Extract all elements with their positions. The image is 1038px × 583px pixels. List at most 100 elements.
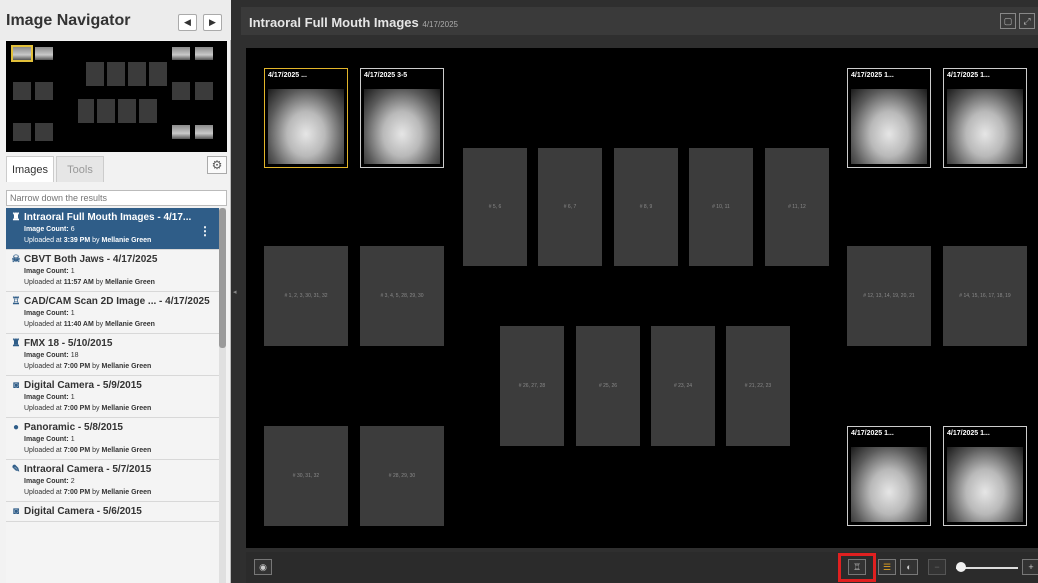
map-slot[interactable] bbox=[118, 99, 136, 123]
map-image[interactable] bbox=[35, 47, 53, 60]
mount-slot[interactable]: # 25, 26 bbox=[576, 326, 640, 446]
mount-slot[interactable]: # 1, 2, 3, 30, 31, 32 bbox=[264, 246, 348, 346]
slot-label: # 14, 15, 16, 17, 18, 19 bbox=[959, 293, 1011, 299]
upload-user: Mellanie Green bbox=[105, 321, 155, 328]
map-slot[interactable] bbox=[195, 82, 213, 100]
list-item[interactable]: ♖ CAD/CAM Scan 2D Image ... - 4/17/2025 Im… bbox=[6, 292, 219, 334]
by-label: by bbox=[95, 279, 104, 286]
slot-label: # 12, 13, 14, 19, 20, 21 bbox=[863, 293, 915, 299]
mount-canvas[interactable]: 4/17/2025 ... 4/17/2025 3-5 4/17/2025 1.… bbox=[246, 48, 1038, 548]
zoom-out-icon[interactable]: − bbox=[928, 559, 946, 575]
prev-arrow-icon[interactable]: ◀ bbox=[178, 14, 197, 31]
xray-image-1[interactable]: 4/17/2025 ... bbox=[264, 68, 348, 168]
more-options-icon[interactable]: ⋮ bbox=[199, 224, 211, 238]
list-item[interactable]: ◙ Digital Camera - 5/6/2015 bbox=[6, 502, 219, 522]
map-slot[interactable] bbox=[97, 99, 115, 123]
gear-icon[interactable]: ⚙ bbox=[207, 156, 227, 174]
list-item[interactable]: ◙ Digital Camera - 5/9/2015 Image Count: 1… bbox=[6, 376, 219, 418]
panel-splitter-handle[interactable]: ◂ bbox=[233, 288, 239, 300]
viewer-title-text: Intraoral Full Mouth Images bbox=[249, 15, 419, 30]
upload-user: Mellanie Green bbox=[101, 447, 152, 454]
list-item-title-text: Intraoral Full Mouth Images - 4/17... bbox=[24, 212, 192, 223]
scrollbar-thumb[interactable] bbox=[219, 208, 226, 348]
mount-slot[interactable]: # 5, 6 bbox=[463, 148, 527, 266]
search-input[interactable] bbox=[6, 190, 227, 206]
contrast-icon[interactable]: ◐ bbox=[900, 559, 918, 575]
map-slot[interactable] bbox=[172, 82, 190, 100]
xray-image-4[interactable]: 4/17/2025 1... bbox=[943, 68, 1027, 168]
list-item-title-text: CBVT Both Jaws - 4/17/2025 bbox=[24, 254, 158, 265]
xray-image-3[interactable]: 4/17/2025 1... bbox=[847, 68, 931, 168]
xray-image-6[interactable]: 4/17/2025 1... bbox=[943, 426, 1027, 526]
list-item[interactable]: ♜ FMX 18 - 5/10/2015 Image Count: 18 Upload… bbox=[6, 334, 219, 376]
uploaded-line: Uploaded at 7:00 PM by Mellanie Green bbox=[10, 446, 219, 455]
slot-label: # 26, 27, 28 bbox=[518, 383, 546, 389]
slot-label: # 11, 12 bbox=[788, 204, 806, 210]
image-count-label: Image Count: bbox=[24, 310, 69, 317]
tab-images[interactable]: Images bbox=[6, 156, 54, 182]
zoom-in-icon[interactable]: + bbox=[1022, 559, 1038, 575]
uploaded-label: Uploaded at bbox=[24, 489, 62, 496]
map-slot[interactable] bbox=[13, 123, 31, 141]
tooth-chart-icon[interactable]: ♖ bbox=[848, 559, 866, 575]
viewer-title: Intraoral Full Mouth Images 4/17/2025 bbox=[249, 15, 458, 30]
image-count-line: Image Count: 6 bbox=[10, 225, 219, 234]
xray-image-2[interactable]: 4/17/2025 3-5 bbox=[360, 68, 444, 168]
list-item[interactable]: ☠ CBVT Both Jaws - 4/17/2025 Image Count: … bbox=[6, 250, 219, 292]
uploaded-label: Uploaded at bbox=[24, 237, 62, 244]
zoom-slider-knob[interactable] bbox=[956, 562, 966, 572]
expand-icon[interactable]: ⤢ bbox=[1019, 13, 1035, 29]
image-count-label: Image Count: bbox=[24, 352, 69, 359]
map-image[interactable] bbox=[172, 125, 190, 139]
mount-slot[interactable]: # 10, 11 bbox=[689, 148, 753, 266]
mount-slot[interactable]: # 11, 12 bbox=[765, 148, 829, 266]
adjust-levels-icon[interactable]: ☰ bbox=[878, 559, 896, 575]
map-image[interactable] bbox=[195, 47, 213, 60]
navigator-thumbnail-map[interactable] bbox=[6, 41, 227, 152]
xray-image-5[interactable]: 4/17/2025 1... bbox=[847, 426, 931, 526]
eye-icon[interactable]: ◉ bbox=[254, 559, 272, 575]
app-window: Image Navigator ◀ ▶ Images Tools ⚙ Narro… bbox=[0, 0, 1038, 583]
mount-slot[interactable]: # 28, 29, 30 bbox=[360, 426, 444, 526]
map-slot[interactable] bbox=[139, 99, 157, 123]
uploaded-line: Uploaded at 7:00 PM by Mellanie Green bbox=[10, 404, 219, 413]
map-slot[interactable] bbox=[35, 123, 53, 141]
map-slot[interactable] bbox=[107, 62, 125, 86]
map-slot[interactable] bbox=[128, 62, 146, 86]
list-item[interactable]: ● Panoramic - 5/8/2015 Image Count: 1 Uploa… bbox=[6, 418, 219, 460]
mount-slot[interactable]: # 12, 13, 14, 19, 20, 21 bbox=[847, 246, 931, 346]
mount-slot[interactable]: # 23, 24 bbox=[651, 326, 715, 446]
map-slot[interactable] bbox=[35, 82, 53, 100]
list-item[interactable]: ♜ Intraoral Full Mouth Images - 4/17... Im… bbox=[6, 208, 219, 250]
map-image-selected[interactable] bbox=[11, 45, 33, 62]
list-item-title: ♜ Intraoral Full Mouth Images - 4/17... bbox=[10, 212, 219, 223]
mount-slot[interactable]: # 6, 7 bbox=[538, 148, 602, 266]
map-slot[interactable] bbox=[13, 82, 31, 100]
mount-slot[interactable]: # 26, 27, 28 bbox=[500, 326, 564, 446]
upload-time: 7:00 PM bbox=[63, 447, 91, 454]
slot-label: # 8, 9 bbox=[639, 204, 653, 210]
camera-icon: ◙ bbox=[12, 380, 20, 391]
mount-slot[interactable]: # 3, 4, 5, 28, 29, 30 bbox=[360, 246, 444, 346]
next-arrow-icon[interactable]: ▶ bbox=[203, 14, 222, 31]
by-label: by bbox=[95, 321, 104, 328]
mount-slot[interactable]: # 8, 9 bbox=[614, 148, 678, 266]
map-image[interactable] bbox=[195, 125, 213, 139]
slot-label: # 3, 4, 5, 28, 29, 30 bbox=[380, 293, 424, 299]
list-item[interactable]: ✎ Intraoral Camera - 5/7/2015 Image Count:… bbox=[6, 460, 219, 502]
map-image[interactable] bbox=[172, 47, 190, 60]
uploaded-line: Uploaded at 11:40 AM by Mellanie Green bbox=[10, 320, 219, 329]
map-slot[interactable] bbox=[78, 99, 94, 123]
mount-slot[interactable]: # 14, 15, 16, 17, 18, 19 bbox=[943, 246, 1027, 346]
map-slot[interactable] bbox=[86, 62, 104, 86]
map-slot[interactable] bbox=[149, 62, 167, 86]
tab-tools[interactable]: Tools bbox=[56, 156, 104, 182]
upload-user: Mellanie Green bbox=[101, 363, 152, 370]
image-count-line: Image Count: 1 bbox=[10, 393, 219, 402]
xray-picture bbox=[364, 89, 440, 164]
single-view-icon[interactable]: ▢ bbox=[1000, 13, 1016, 29]
mount-slot[interactable]: # 30, 31, 32 bbox=[264, 426, 348, 526]
image-count-value: 2 bbox=[70, 478, 75, 485]
mount-slot[interactable]: # 21, 22, 23 bbox=[726, 326, 790, 446]
list-scrollbar[interactable] bbox=[219, 208, 226, 583]
